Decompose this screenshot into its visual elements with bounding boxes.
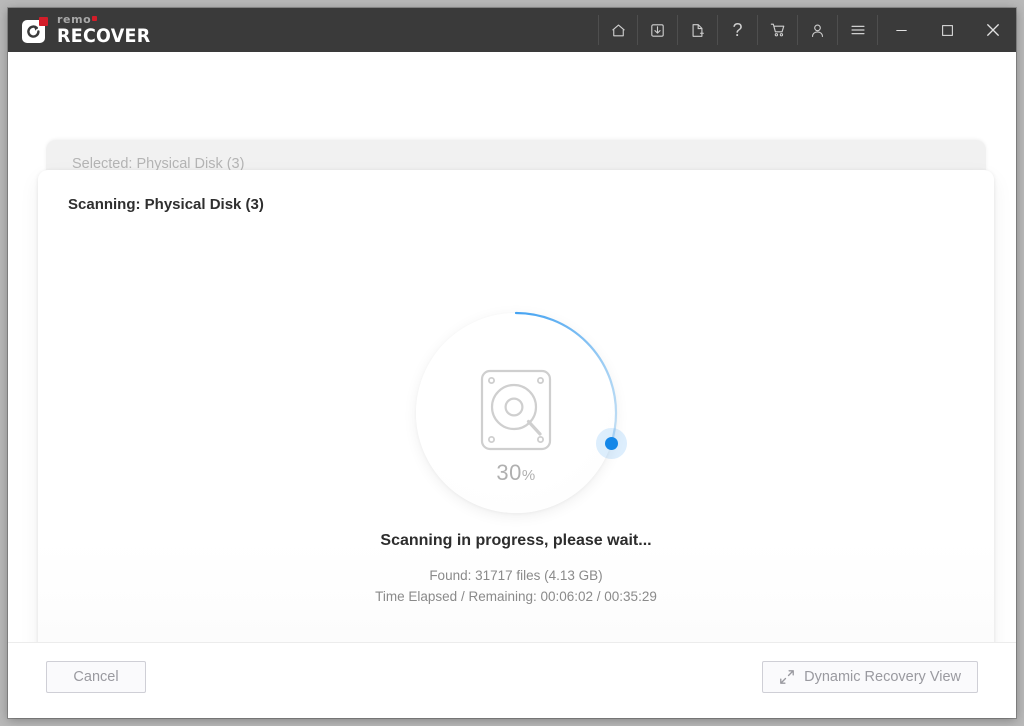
cancel-button[interactable]: Cancel — [46, 661, 146, 693]
scan-progress-ring: 30% — [408, 305, 624, 521]
scanning-title: Scanning: Physical Disk (3) — [68, 196, 264, 213]
brand-red-dot-icon — [92, 16, 98, 21]
app-logo: remo RECOVER — [22, 14, 159, 46]
help-icon[interactable]: ? — [718, 15, 758, 45]
brand-small-text: remo — [57, 14, 159, 25]
dynamic-recovery-view-button[interactable]: Dynamic Recovery View — [762, 661, 978, 693]
new-file-icon[interactable] — [678, 15, 718, 45]
footer-bar: Cancel Dynamic Recovery View — [8, 642, 1016, 718]
scan-status-block: Scanning in progress, please wait... Fou… — [38, 532, 994, 604]
status-time-line: Time Elapsed / Remaining: 00:06:02 / 00:… — [375, 589, 657, 604]
window-controls — [878, 8, 1016, 52]
minimize-button[interactable] — [878, 8, 924, 52]
percent-sign: % — [521, 467, 536, 484]
titlebar-tool-group: ? — [598, 8, 878, 52]
menu-icon[interactable] — [838, 15, 878, 45]
application-window: remo RECOVER ? Selected: Physical Disk (… — [8, 8, 1016, 718]
title-bar: remo RECOVER ? — [8, 8, 1016, 52]
cart-icon[interactable] — [758, 15, 798, 45]
percent-value: 30 — [496, 460, 522, 485]
scanning-card: Scanning: Physical Disk (3) 30% Scanning… — [38, 170, 994, 682]
main-stage: Selected: Physical Disk (3) Scanning: Ph… — [8, 52, 1016, 682]
remo-refresh-logo-icon — [22, 17, 48, 43]
dynamic-recovery-view-label: Dynamic Recovery View — [804, 669, 961, 685]
status-found-line: Found: 31717 files (4.13 GB) — [429, 568, 603, 583]
maximize-button[interactable] — [924, 8, 970, 52]
hard-disk-search-icon — [480, 369, 552, 451]
close-button[interactable] — [970, 8, 1016, 52]
brand-big-text: RECOVER — [57, 25, 151, 47]
download-icon[interactable] — [638, 15, 678, 45]
home-icon[interactable] — [598, 15, 638, 45]
expand-diagonal-icon — [779, 669, 795, 685]
status-title: Scanning in progress, please wait... — [380, 532, 652, 549]
cancel-button-label: Cancel — [73, 669, 119, 685]
progress-percent-text: 30% — [408, 460, 624, 486]
user-icon[interactable] — [798, 15, 838, 45]
progress-dot-marker — [604, 437, 618, 451]
